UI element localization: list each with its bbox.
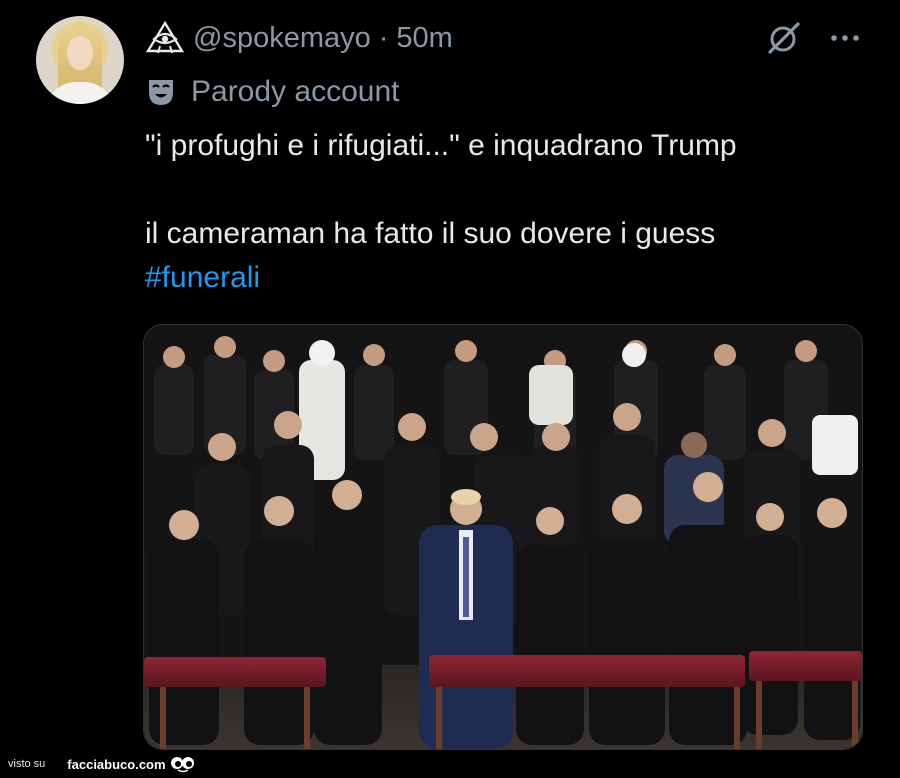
parody-account-label: Parody account [191,75,400,108]
funeral-crowd-photo [144,325,862,749]
profile-avatar[interactable] [36,16,124,104]
watermark: visto su facciabuco.com [8,754,195,774]
grok-icon[interactable] [766,20,802,56]
hashtag-link[interactable]: #funerali [145,256,845,300]
tweet-text: "i profughi e i rifugiati..." e inquadra… [145,124,845,300]
tweet-header: @spokemayo · 50m [145,18,453,58]
eye-of-providence-icon [145,20,185,54]
post-time[interactable]: 50m [396,22,452,55]
seen-on-label: visto su [8,758,46,770]
parody-account-row: Parody account [145,72,399,112]
avatar-shirt [46,82,114,104]
header-separator: · [378,21,389,54]
site-name: facciabuco.com [67,756,166,772]
facciabuco-logo-icon [170,757,194,773]
more-options-icon[interactable] [828,24,862,52]
author-handle[interactable]: @spokemayo [193,22,371,55]
avatar-face [67,36,93,70]
tweet-text-line-2: il cameraman ha fatto il suo dovere i gu… [145,217,716,250]
tweet-photo[interactable] [143,324,863,750]
tweet-text-line-1: "i profughi e i rifugiati..." e inquadra… [145,129,737,162]
theater-mask-icon [149,80,173,105]
